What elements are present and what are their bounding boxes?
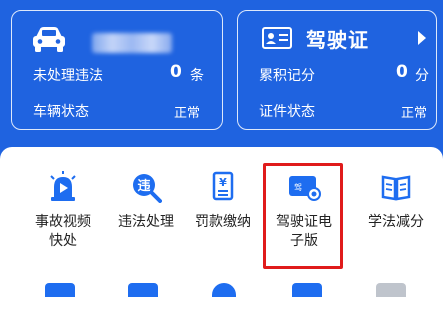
service-accident-video[interactable]: 事故视频 快处 [28,171,98,251]
license-card-title: 驾驶证 [306,28,369,52]
blurred-plate-number [92,33,172,53]
vehicle-status-value: 正常 [174,106,201,121]
license-status-label: 证件状态 [259,104,315,120]
car-icon [33,27,65,52]
next-row-icon[interactable] [376,283,406,297]
service-label: 违法处理 [118,214,174,230]
next-row-icon[interactable] [45,283,75,297]
svg-text:违: 违 [137,178,150,194]
vehicle-card[interactable]: 未处理违法 0 条 车辆状态 正常 [11,10,223,130]
service-fine-payment[interactable]: ¥ 罚款缴纳 [187,171,259,232]
service-label: 罚款缴纳 [195,214,251,230]
pending-violations-unit: 条 [190,68,204,84]
red-highlight-annotation [263,163,343,269]
service-violation-handling[interactable]: 违 违法处理 [111,171,181,232]
fine-payment-receipt-icon: ¥ [212,171,234,201]
id-card-icon [262,27,292,49]
chevron-right-icon[interactable] [418,31,426,45]
service-study-reduce-points[interactable]: 学法减分 [360,171,432,232]
accident-video-siren-icon [50,171,76,201]
study-book-icon [381,175,411,201]
driver-license-card[interactable]: 驾驶证 累积记分 0 分 证件状态 正常 [237,10,437,130]
points-label: 累积记分 [259,68,315,84]
service-label: 事故视频 快处 [35,214,91,249]
next-row-icon[interactable] [128,283,158,297]
service-label: 学法减分 [368,214,424,230]
points-value: 0 [396,62,408,82]
pending-violations-count: 0 [170,62,182,82]
vehicle-status-label: 车辆状态 [33,104,89,120]
next-row-icon[interactable] [292,283,322,297]
points-unit: 分 [415,68,429,84]
pending-violations-label: 未处理违法 [33,68,103,84]
violation-search-icon: 违 [133,174,162,203]
license-status-value: 正常 [401,106,428,121]
svg-text:¥: ¥ [219,176,227,189]
